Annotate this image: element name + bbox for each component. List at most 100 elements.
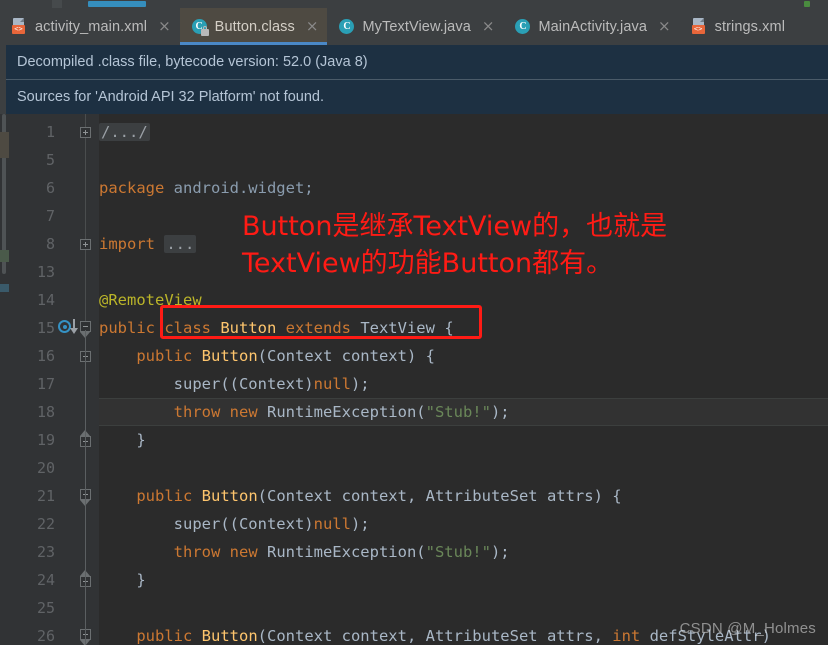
code-token: (Context context, AttributeSet attrs,	[257, 627, 613, 645]
code-token: throw	[99, 403, 230, 421]
code-token: throw	[99, 543, 230, 561]
code-token: super((Context)	[99, 515, 314, 533]
code-line[interactable]: /.../	[99, 118, 150, 146]
code-token: public	[99, 319, 165, 337]
code-line[interactable]: import ...	[99, 230, 197, 258]
code-token: );	[350, 375, 370, 393]
java-class-icon: C	[514, 18, 531, 35]
tab-close-icon[interactable]: ×	[658, 19, 671, 34]
code-token: package	[99, 179, 174, 197]
code-token: /.../	[99, 123, 150, 141]
line-number: 1	[45, 123, 55, 141]
code-token: {	[444, 319, 454, 337]
code-token: TextView	[360, 319, 445, 337]
editor-tab-button-class[interactable]: C Button.class ×	[179, 8, 328, 45]
code-token: Button	[220, 319, 286, 337]
code-token: class	[164, 319, 221, 337]
code-token: extends	[285, 319, 361, 337]
code-token: Button	[201, 627, 258, 645]
code-token: );	[350, 515, 370, 533]
line-number: 7	[45, 207, 55, 225]
annotation-line-2: TextView的功能Button都有。	[242, 248, 614, 279]
code-token: null	[313, 515, 351, 533]
annotation-line-1: Button是继承TextView的，也就是	[242, 211, 668, 242]
line-number: 23	[36, 543, 55, 561]
code-line[interactable]: super((Context)null);	[99, 510, 370, 538]
editor-tab-strings-xml[interactable]: <> strings.xml	[680, 8, 794, 45]
sources-not-found-banner: Sources for 'Android API 32 Platform' no…	[0, 79, 828, 114]
code-token: public	[99, 487, 202, 505]
code-token: @RemoteView	[99, 291, 202, 309]
line-number: 25	[36, 599, 55, 617]
editor-tab-label: strings.xml	[714, 18, 786, 35]
code-token: import	[99, 235, 165, 253]
code-token: new	[229, 543, 267, 561]
run-configuration-selector-sliver[interactable]	[88, 1, 146, 7]
line-number: 14	[36, 291, 55, 309]
code-line[interactable]: public Button(Context context, Attribute…	[99, 482, 622, 510]
editor-tab-bar: <> activity_main.xml × C Button.class × C MyTex…	[0, 8, 828, 45]
code-token: android.widget;	[173, 179, 314, 197]
line-number: 19	[36, 431, 55, 449]
code-line[interactable]: super((Context)null);	[99, 370, 370, 398]
code-line[interactable]: package android.widget;	[99, 174, 314, 202]
android-studio-window: <> activity_main.xml × C Button.class × C MyTex…	[0, 0, 828, 645]
code-line[interactable]: public Button(Context context) {	[99, 342, 435, 370]
code-token: ...	[164, 235, 197, 253]
marker-annotation	[0, 284, 9, 292]
line-number: 8	[45, 235, 55, 253]
status-indicator-sliver	[804, 1, 810, 7]
code-token: "Stub!"	[425, 543, 491, 561]
code-token: (Context context, AttributeSet attrs) {	[257, 487, 622, 505]
code-token: );	[490, 543, 510, 561]
line-number: 22	[36, 515, 55, 533]
line-number: 20	[36, 459, 55, 477]
code-line[interactable]: public Button(Context context, Attribute…	[99, 622, 771, 645]
line-number: 16	[36, 347, 55, 365]
code-token: public	[99, 347, 202, 365]
editor-tab-label: MainActivity.java	[538, 18, 648, 35]
code-line[interactable]: throw new RuntimeException("Stub!");	[99, 398, 510, 426]
fold-connector-line	[85, 330, 86, 645]
code-line[interactable]: }	[99, 566, 145, 594]
java-class-icon: C	[338, 18, 355, 35]
editor-tab-label: MyTextView.java	[362, 18, 471, 35]
tab-close-icon[interactable]: ×	[482, 19, 495, 34]
xml-file-icon: <>	[691, 18, 708, 35]
csdn-watermark: CSDN @M_Holmes	[679, 620, 816, 637]
editor-tab-mainactivity-java[interactable]: C MainActivity.java ×	[503, 8, 679, 45]
run-button-sliver[interactable]	[52, 0, 62, 8]
fold-expand-icon[interactable]	[80, 239, 91, 250]
line-number: 6	[45, 179, 55, 197]
editor-tab-label: Button.class	[214, 18, 295, 35]
xml-file-icon: <>	[11, 18, 28, 35]
line-number: 24	[36, 571, 55, 589]
code-line[interactable]: throw new RuntimeException("Stub!");	[99, 538, 510, 566]
class-file-locked-icon: C	[191, 18, 209, 36]
implementations-marker-icon[interactable]	[58, 318, 82, 336]
code-token: "Stub!"	[425, 403, 491, 421]
code-token: RuntimeException(	[266, 403, 426, 421]
code-token: new	[229, 403, 267, 421]
error-marker-strip[interactable]	[0, 114, 9, 645]
fold-expand-icon[interactable]	[80, 127, 91, 138]
code-token: Button	[201, 347, 258, 365]
sources-not-found-banner-text: Sources for 'Android API 32 Platform' no…	[17, 89, 324, 105]
line-number: 26	[36, 627, 55, 645]
editor-tab-mytextview-java[interactable]: C MyTextView.java ×	[327, 8, 503, 45]
decompiled-class-banner: Decompiled .class file, bytecode version…	[0, 45, 828, 79]
decompiled-class-banner-text: Decompiled .class file, bytecode version…	[17, 54, 368, 70]
code-token: }	[99, 431, 146, 449]
code-line[interactable]: public class Button extends TextView {	[99, 314, 454, 342]
code-line[interactable]: }	[99, 426, 146, 454]
toolbar-strip	[0, 0, 828, 8]
editor-tab-activity-main-xml[interactable]: <> activity_main.xml ×	[0, 8, 180, 45]
line-number: 15	[36, 319, 55, 337]
line-number: 17	[36, 375, 55, 393]
code-token: (Context context) {	[257, 347, 435, 365]
tab-close-icon[interactable]: ×	[158, 19, 171, 34]
code-editor[interactable]: 1 /.../ 5 6 package android.widget; 7 8 import …	[0, 114, 828, 645]
tab-close-icon[interactable]: ×	[306, 19, 319, 34]
code-line[interactable]: @RemoteView	[99, 286, 202, 314]
editor-tab-label: activity_main.xml	[35, 18, 148, 35]
